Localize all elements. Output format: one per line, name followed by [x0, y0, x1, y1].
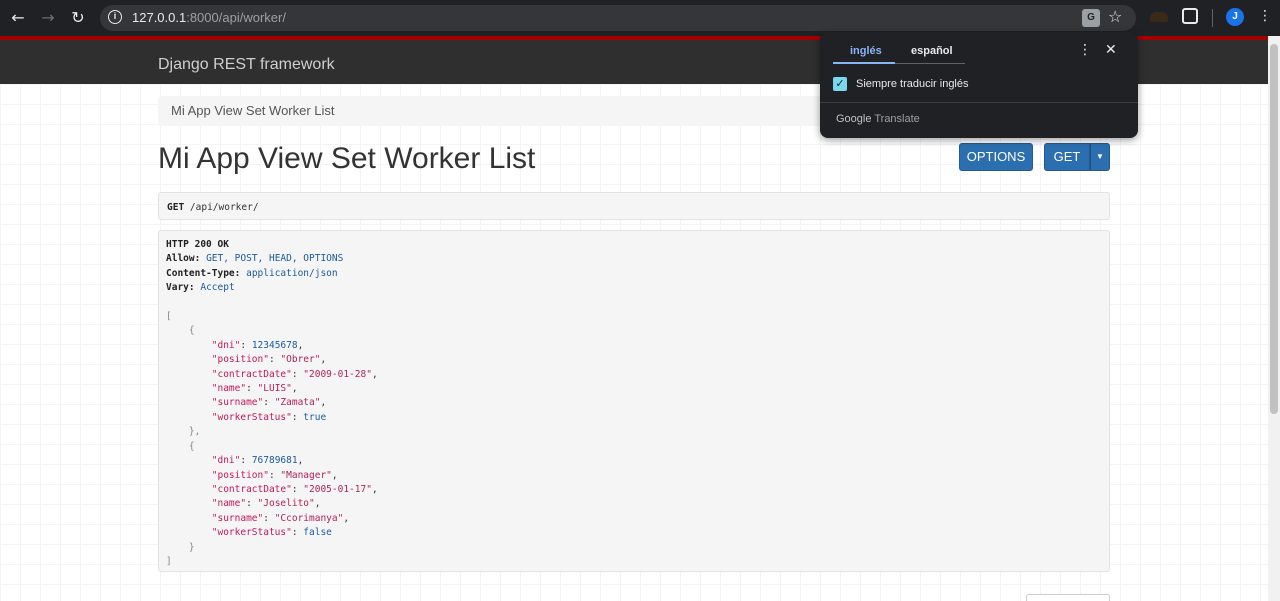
translate-icon[interactable]: G — [1082, 9, 1100, 27]
tab-target-language[interactable]: español — [911, 45, 953, 57]
page-scrollbar[interactable] — [1268, 36, 1280, 601]
close-icon[interactable]: ✕ — [1105, 42, 1117, 58]
forward-button[interactable]: → — [38, 8, 58, 28]
google-translate-logo: Google Translate — [836, 113, 920, 125]
content-type-header-key: Content-Type: — [166, 267, 241, 279]
options-button[interactable]: OPTIONS — [959, 143, 1033, 171]
request-path: /api/worker/ — [189, 202, 259, 213]
url-path: :8000/api/worker/ — [186, 10, 286, 25]
extension-icon[interactable] — [1150, 12, 1168, 22]
request-line: GET /api/worker/ — [167, 201, 259, 215]
worker-2-contract-date: "2005-01-17" — [303, 483, 372, 495]
scrollbar-thumb[interactable] — [1270, 44, 1278, 414]
vary-header-key: Vary: — [166, 282, 195, 294]
worker-1-name: "LUIS" — [257, 383, 292, 395]
get-button[interactable]: GET — [1044, 143, 1090, 171]
worker-2-name: "Joselito" — [257, 498, 315, 510]
bottom-button[interactable] — [1026, 594, 1110, 601]
translate-word: Translate — [874, 113, 920, 125]
worker-1-dni: 12345678 — [251, 339, 298, 351]
popup-divider — [820, 102, 1138, 103]
worker-2-position: "Manager" — [280, 469, 332, 481]
google-word: Google — [836, 113, 872, 125]
vary-header-value: Accept — [200, 282, 235, 294]
translate-options-icon[interactable]: ⋮ — [1078, 42, 1092, 58]
toolbar-divider — [1212, 9, 1213, 27]
bookmark-star-icon[interactable]: ☆ — [1108, 7, 1122, 26]
url-host: 127.0.0.1 — [132, 10, 187, 25]
worker-1-surname: "Zamata" — [274, 397, 321, 409]
tab-divider — [895, 63, 965, 64]
breadcrumb-item[interactable]: Mi App View Set Worker List — [171, 103, 335, 118]
browser-toolbar: ← → ↻ i 127.0.0.1:8000/api/worker/ G ☆ J… — [0, 0, 1280, 36]
allow-header-value: GET, POST, HEAD, OPTIONS — [206, 253, 344, 265]
translate-popup: inglés español ⋮ ✕ ✓ Siempre traducir in… — [820, 32, 1138, 138]
get-format-dropdown-button[interactable]: ▼ — [1090, 143, 1110, 171]
response-info: HTTP 200 OK Allow: GET, POST, HEAD, OPTI… — [158, 230, 1110, 572]
worker-1-contract-date: "2009-01-28" — [303, 368, 372, 380]
content-type-header-value: application/json — [246, 267, 338, 279]
always-translate-label[interactable]: Siempre traducir inglés — [856, 78, 969, 90]
active-tab-indicator — [833, 62, 895, 64]
site-info-icon[interactable]: i — [108, 10, 122, 24]
worker-2-dni: 76789681 — [251, 455, 298, 467]
navbar-brand[interactable]: Django REST framework — [158, 56, 335, 74]
worker-1-position: "Obrer" — [280, 354, 321, 366]
allow-header-key: Allow: — [166, 253, 201, 265]
url-text[interactable]: 127.0.0.1:8000/api/worker/ — [132, 10, 286, 25]
back-button[interactable]: ← — [8, 8, 28, 28]
request-method: GET — [167, 202, 185, 213]
extensions-puzzle-icon[interactable] — [1182, 8, 1198, 24]
browser-menu-icon[interactable]: ⋮ — [1258, 8, 1272, 24]
tab-source-language[interactable]: inglés — [850, 45, 882, 57]
worker-2-status: false — [303, 527, 332, 539]
reload-button[interactable]: ↻ — [68, 8, 88, 28]
always-translate-checkbox[interactable]: ✓ — [833, 77, 847, 91]
response-body: HTTP 200 OK Allow: GET, POST, HEAD, OPTI… — [166, 239, 378, 567]
worker-1-status: true — [303, 411, 327, 423]
worker-2-surname: "Ccorimanya" — [274, 512, 344, 524]
response-status: HTTP 200 OK — [166, 239, 229, 250]
page-title: Mi App View Set Worker List — [158, 142, 536, 175]
address-bar[interactable]: i 127.0.0.1:8000/api/worker/ G ☆ — [100, 5, 1136, 31]
profile-avatar[interactable]: J — [1226, 8, 1244, 26]
request-info: GET /api/worker/ — [158, 192, 1110, 220]
